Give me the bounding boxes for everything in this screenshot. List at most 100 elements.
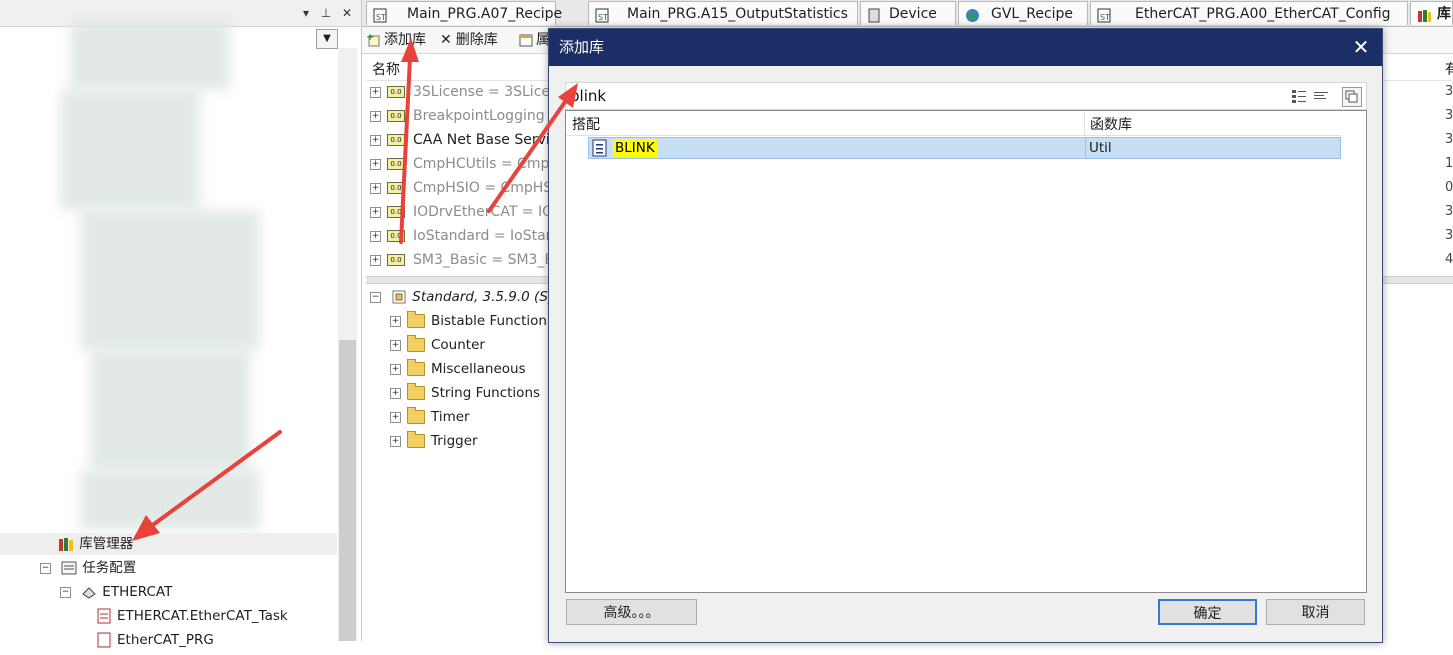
folder-label: Counter <box>431 337 485 353</box>
library-row-label: IODrvEtherCAT = IOD <box>413 204 564 220</box>
expand-icon[interactable]: + <box>370 86 381 98</box>
column-divider <box>1085 138 1086 158</box>
svg-text:ST: ST <box>1100 13 1110 22</box>
expand-icon[interactable]: + <box>370 254 381 266</box>
tab-device[interactable]: Device <box>860 1 956 25</box>
library-root-node[interactable]: − Standard, 3.5.9.0 (Sys <box>370 286 563 308</box>
library-folder[interactable]: + Miscellaneous <box>390 358 526 380</box>
svg-text:ST: ST <box>598 13 608 22</box>
library-icon <box>1417 7 1432 22</box>
library-row-version: 3 <box>1445 132 1453 147</box>
library-row-version: 3 <box>1445 204 1453 219</box>
expand-icon[interactable]: + <box>370 182 381 194</box>
tree-item-label: ETHERCAT <box>102 584 173 600</box>
result-name: BLINK <box>613 139 657 157</box>
expand-icon[interactable]: + <box>390 387 401 399</box>
collapse-icon[interactable]: − <box>370 291 381 303</box>
add-library-button[interactable]: + 添加库 <box>366 30 426 50</box>
expand-icon[interactable]: + <box>390 339 401 351</box>
expand-icon[interactable]: + <box>370 206 381 218</box>
library-row[interactable]: +0.0 CmpHCUtils = CmpHC <box>370 152 570 176</box>
folder-icon <box>407 359 425 376</box>
tab-label: Device <box>889 6 937 22</box>
task-config-icon <box>61 560 77 576</box>
redacted-area <box>90 350 250 470</box>
expand-icon[interactable]: + <box>390 411 401 423</box>
function-block-icon <box>591 139 609 161</box>
expand-icon[interactable]: + <box>370 230 381 242</box>
close-icon[interactable]: ✕ <box>339 5 355 21</box>
search-result-row[interactable]: BLINK Util <box>588 137 1341 159</box>
redacted-area <box>80 470 260 530</box>
search-input[interactable] <box>570 86 1270 106</box>
library-folder[interactable]: + Timer <box>390 406 470 428</box>
library-row[interactable]: +0.0 SM3_Basic = SM3_Bas <box>370 248 570 272</box>
tab-gvl-recipe[interactable]: GVL_Recipe <box>958 1 1088 25</box>
library-row[interactable]: +0.0 IODrvEtherCAT = IOD <box>370 200 564 224</box>
pin-icon[interactable]: ⊥ <box>318 5 334 21</box>
tree-item-ethercat-prg[interactable]: EtherCAT_PRG <box>96 629 214 651</box>
tab-library[interactable]: 库 <box>1410 1 1453 25</box>
column-divider <box>1084 111 1085 135</box>
library-row[interactable]: +0.0 3SLicense = 3SLicense <box>370 80 575 104</box>
tab-main-prg-a07-recipe[interactable]: ST Main_PRG.A07_Recipe <box>366 1 562 25</box>
collapse-icon[interactable]: − <box>40 562 51 574</box>
program-icon: ST <box>595 7 610 22</box>
tab-label: Main_PRG.A15_OutputStatistics <box>627 6 848 22</box>
collapse-icon[interactable]: − <box>60 586 71 598</box>
program-icon: ST <box>1097 7 1112 22</box>
properties-button[interactable]: 属 <box>518 30 550 50</box>
folder-label: Miscellaneous <box>431 361 526 377</box>
list-view-icon[interactable] <box>1312 87 1330 105</box>
add-icon: + <box>366 32 382 48</box>
tree-item-label: EtherCAT_PRG <box>117 632 214 648</box>
expand-icon[interactable]: + <box>390 363 401 375</box>
tab-main-prg-a15-output-statistics[interactable]: ST Main_PRG.A15_OutputStatistics <box>588 1 858 25</box>
tree-item-ethercat-task[interactable]: ETHERCAT.EtherCAT_Task <box>96 605 288 627</box>
library-reference-icon: 0.0 <box>387 110 405 122</box>
library-row[interactable]: +0.0 IoStandard = IoStand <box>370 224 563 248</box>
tree-item-label: ETHERCAT.EtherCAT_Task <box>117 608 288 624</box>
expand-icon[interactable]: + <box>390 315 401 327</box>
library-folder[interactable]: + Bistable Function Blo <box>390 310 573 332</box>
library-folder[interactable]: + Trigger <box>390 430 478 452</box>
ok-button[interactable]: 确定 <box>1158 599 1257 625</box>
result-header: 搭配 函数库 <box>566 111 1341 136</box>
search-box <box>565 82 1367 110</box>
library-package-icon <box>391 289 407 305</box>
library-folder[interactable]: + String Functions <box>390 382 540 404</box>
library-row-version: 0 <box>1445 180 1453 195</box>
column-name-header[interactable]: 名称 <box>372 59 400 79</box>
tree-item-task-config[interactable]: − 任务配置 <box>40 557 136 579</box>
add-library-label: 添加库 <box>384 32 426 48</box>
delete-library-button[interactable]: ✕ 删除库 <box>440 30 498 50</box>
library-row-label: SM3_Basic = SM3_Bas <box>413 252 570 268</box>
close-icon[interactable]: ✕ <box>1350 29 1372 66</box>
library-row-label: CmpHCUtils = CmpHC <box>413 156 570 172</box>
delete-library-label: 删除库 <box>455 32 498 48</box>
expand-icon[interactable]: + <box>370 110 381 122</box>
tab-ethercat-prg-config[interactable]: ST EtherCAT_PRG.A00_EtherCAT_Config <box>1090 1 1408 25</box>
library-reference-icon: 0.0 <box>387 206 405 218</box>
category-view-icon[interactable] <box>1290 87 1308 105</box>
tree-item-library-manager[interactable]: 库管理器 <box>0 533 337 555</box>
cancel-button[interactable]: 取消 <box>1266 599 1365 625</box>
tree-item-ethercat[interactable]: − ETHERCAT <box>60 581 172 603</box>
library-row[interactable]: +0.0 CmpHSIO = CmpHSIO <box>370 176 567 200</box>
library-row-label: IoStandard = IoStand <box>413 228 564 244</box>
copy-icon[interactable] <box>1342 87 1362 107</box>
chevron-down-icon[interactable]: ▼ <box>316 29 338 49</box>
column-match-header[interactable]: 搭配 <box>572 114 600 134</box>
expand-icon[interactable]: + <box>370 134 381 146</box>
pane-menu-icon[interactable]: ▾ <box>298 5 314 21</box>
advanced-button[interactable]: 高级。。。 <box>566 599 697 625</box>
column-version-header[interactable]: 有 <box>1445 59 1453 79</box>
scrollbar-thumb[interactable] <box>339 340 356 641</box>
folder-label: Trigger <box>431 433 478 449</box>
library-row[interactable]: +0.0 CAA Net Base Services <box>370 128 573 152</box>
column-library-header[interactable]: 函数库 <box>1090 114 1132 134</box>
library-row[interactable]: +0.0 BreakpointLogging = <box>370 104 561 128</box>
expand-icon[interactable]: + <box>390 435 401 447</box>
library-folder[interactable]: + Counter <box>390 334 485 356</box>
expand-icon[interactable]: + <box>370 158 381 170</box>
